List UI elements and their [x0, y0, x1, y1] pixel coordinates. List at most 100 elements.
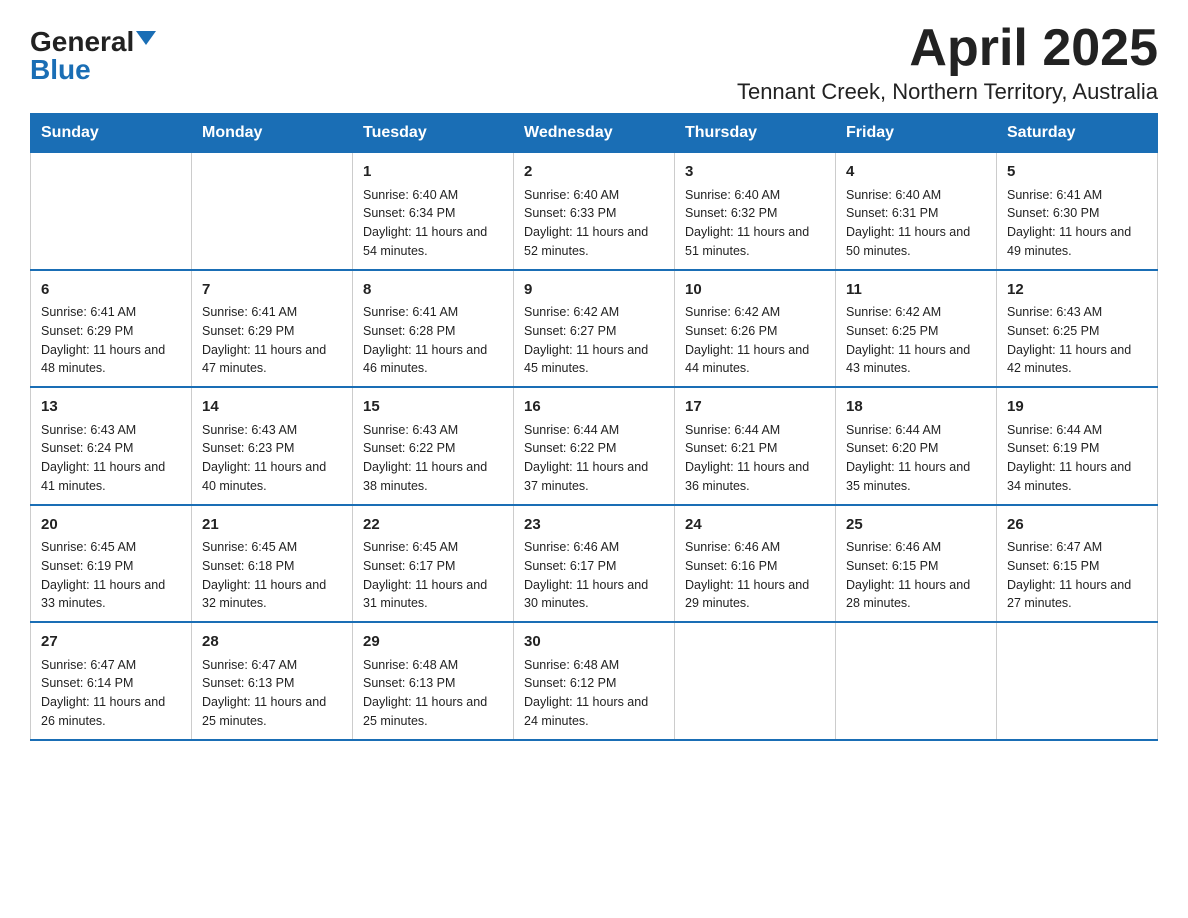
day-info: Sunrise: 6:42 AMSunset: 6:27 PMDaylight:… — [524, 303, 664, 378]
day-number: 15 — [363, 396, 503, 419]
day-number: 26 — [1007, 514, 1147, 537]
day-info: Sunrise: 6:44 AMSunset: 6:19 PMDaylight:… — [1007, 421, 1147, 496]
calendar-cell: 8Sunrise: 6:41 AMSunset: 6:28 PMDaylight… — [353, 270, 514, 388]
calendar-week-row: 6Sunrise: 6:41 AMSunset: 6:29 PMDaylight… — [31, 270, 1158, 388]
day-info: Sunrise: 6:41 AMSunset: 6:29 PMDaylight:… — [41, 303, 181, 378]
day-number: 23 — [524, 514, 664, 537]
calendar-cell: 7Sunrise: 6:41 AMSunset: 6:29 PMDaylight… — [192, 270, 353, 388]
day-info: Sunrise: 6:44 AMSunset: 6:21 PMDaylight:… — [685, 421, 825, 496]
day-info: Sunrise: 6:43 AMSunset: 6:24 PMDaylight:… — [41, 421, 181, 496]
day-info: Sunrise: 6:42 AMSunset: 6:25 PMDaylight:… — [846, 303, 986, 378]
calendar-cell: 2Sunrise: 6:40 AMSunset: 6:33 PMDaylight… — [514, 153, 675, 270]
day-number: 2 — [524, 161, 664, 184]
day-number: 1 — [363, 161, 503, 184]
day-number: 6 — [41, 279, 181, 302]
calendar-cell: 29Sunrise: 6:48 AMSunset: 6:13 PMDayligh… — [353, 622, 514, 740]
calendar-cell: 6Sunrise: 6:41 AMSunset: 6:29 PMDaylight… — [31, 270, 192, 388]
day-info: Sunrise: 6:47 AMSunset: 6:13 PMDaylight:… — [202, 656, 342, 731]
day-number: 18 — [846, 396, 986, 419]
day-number: 21 — [202, 514, 342, 537]
logo: General Blue — [30, 28, 156, 84]
column-header-sunday: Sunday — [31, 114, 192, 153]
day-number: 25 — [846, 514, 986, 537]
day-number: 22 — [363, 514, 503, 537]
day-info: Sunrise: 6:46 AMSunset: 6:17 PMDaylight:… — [524, 538, 664, 613]
day-info: Sunrise: 6:42 AMSunset: 6:26 PMDaylight:… — [685, 303, 825, 378]
calendar-week-row: 13Sunrise: 6:43 AMSunset: 6:24 PMDayligh… — [31, 387, 1158, 505]
calendar-cell: 23Sunrise: 6:46 AMSunset: 6:17 PMDayligh… — [514, 505, 675, 623]
calendar-cell: 14Sunrise: 6:43 AMSunset: 6:23 PMDayligh… — [192, 387, 353, 505]
day-number: 5 — [1007, 161, 1147, 184]
column-header-friday: Friday — [836, 114, 997, 153]
day-number: 3 — [685, 161, 825, 184]
day-info: Sunrise: 6:40 AMSunset: 6:32 PMDaylight:… — [685, 186, 825, 261]
day-number: 27 — [41, 631, 181, 654]
day-info: Sunrise: 6:47 AMSunset: 6:15 PMDaylight:… — [1007, 538, 1147, 613]
calendar-cell: 17Sunrise: 6:44 AMSunset: 6:21 PMDayligh… — [675, 387, 836, 505]
calendar-cell: 25Sunrise: 6:46 AMSunset: 6:15 PMDayligh… — [836, 505, 997, 623]
column-header-monday: Monday — [192, 114, 353, 153]
calendar-cell: 1Sunrise: 6:40 AMSunset: 6:34 PMDaylight… — [353, 153, 514, 270]
day-number: 28 — [202, 631, 342, 654]
calendar-cell: 9Sunrise: 6:42 AMSunset: 6:27 PMDaylight… — [514, 270, 675, 388]
calendar-cell: 3Sunrise: 6:40 AMSunset: 6:32 PMDaylight… — [675, 153, 836, 270]
day-info: Sunrise: 6:44 AMSunset: 6:22 PMDaylight:… — [524, 421, 664, 496]
calendar-cell: 20Sunrise: 6:45 AMSunset: 6:19 PMDayligh… — [31, 505, 192, 623]
calendar-week-row: 1Sunrise: 6:40 AMSunset: 6:34 PMDaylight… — [31, 153, 1158, 270]
day-number: 17 — [685, 396, 825, 419]
calendar-cell: 26Sunrise: 6:47 AMSunset: 6:15 PMDayligh… — [997, 505, 1158, 623]
day-number: 20 — [41, 514, 181, 537]
day-number: 10 — [685, 279, 825, 302]
calendar-cell — [836, 622, 997, 740]
day-info: Sunrise: 6:45 AMSunset: 6:19 PMDaylight:… — [41, 538, 181, 613]
day-info: Sunrise: 6:41 AMSunset: 6:29 PMDaylight:… — [202, 303, 342, 378]
calendar-cell: 19Sunrise: 6:44 AMSunset: 6:19 PMDayligh… — [997, 387, 1158, 505]
calendar-cell: 11Sunrise: 6:42 AMSunset: 6:25 PMDayligh… — [836, 270, 997, 388]
day-info: Sunrise: 6:47 AMSunset: 6:14 PMDaylight:… — [41, 656, 181, 731]
day-number: 4 — [846, 161, 986, 184]
day-number: 12 — [1007, 279, 1147, 302]
calendar-cell: 12Sunrise: 6:43 AMSunset: 6:25 PMDayligh… — [997, 270, 1158, 388]
column-header-thursday: Thursday — [675, 114, 836, 153]
location-title: Tennant Creek, Northern Territory, Austr… — [737, 79, 1158, 105]
day-info: Sunrise: 6:41 AMSunset: 6:30 PMDaylight:… — [1007, 186, 1147, 261]
logo-blue: Blue — [30, 56, 91, 84]
calendar-cell: 15Sunrise: 6:43 AMSunset: 6:22 PMDayligh… — [353, 387, 514, 505]
month-title: April 2025 — [737, 20, 1158, 77]
logo-triangle-icon — [136, 31, 156, 45]
calendar-cell: 13Sunrise: 6:43 AMSunset: 6:24 PMDayligh… — [31, 387, 192, 505]
day-info: Sunrise: 6:45 AMSunset: 6:17 PMDaylight:… — [363, 538, 503, 613]
calendar-cell: 4Sunrise: 6:40 AMSunset: 6:31 PMDaylight… — [836, 153, 997, 270]
calendar-table: SundayMondayTuesdayWednesdayThursdayFrid… — [30, 113, 1158, 741]
day-number: 14 — [202, 396, 342, 419]
day-number: 11 — [846, 279, 986, 302]
calendar-cell: 27Sunrise: 6:47 AMSunset: 6:14 PMDayligh… — [31, 622, 192, 740]
column-header-wednesday: Wednesday — [514, 114, 675, 153]
day-number: 7 — [202, 279, 342, 302]
day-number: 9 — [524, 279, 664, 302]
day-info: Sunrise: 6:46 AMSunset: 6:15 PMDaylight:… — [846, 538, 986, 613]
calendar-cell — [675, 622, 836, 740]
day-info: Sunrise: 6:40 AMSunset: 6:34 PMDaylight:… — [363, 186, 503, 261]
day-info: Sunrise: 6:43 AMSunset: 6:23 PMDaylight:… — [202, 421, 342, 496]
calendar-cell: 22Sunrise: 6:45 AMSunset: 6:17 PMDayligh… — [353, 505, 514, 623]
day-info: Sunrise: 6:46 AMSunset: 6:16 PMDaylight:… — [685, 538, 825, 613]
calendar-cell: 18Sunrise: 6:44 AMSunset: 6:20 PMDayligh… — [836, 387, 997, 505]
day-number: 19 — [1007, 396, 1147, 419]
calendar-cell — [192, 153, 353, 270]
calendar-cell: 24Sunrise: 6:46 AMSunset: 6:16 PMDayligh… — [675, 505, 836, 623]
calendar-cell: 28Sunrise: 6:47 AMSunset: 6:13 PMDayligh… — [192, 622, 353, 740]
day-info: Sunrise: 6:43 AMSunset: 6:22 PMDaylight:… — [363, 421, 503, 496]
calendar-cell: 30Sunrise: 6:48 AMSunset: 6:12 PMDayligh… — [514, 622, 675, 740]
column-header-tuesday: Tuesday — [353, 114, 514, 153]
day-number: 29 — [363, 631, 503, 654]
calendar-week-row: 27Sunrise: 6:47 AMSunset: 6:14 PMDayligh… — [31, 622, 1158, 740]
day-info: Sunrise: 6:45 AMSunset: 6:18 PMDaylight:… — [202, 538, 342, 613]
logo-general: General — [30, 28, 134, 56]
day-info: Sunrise: 6:43 AMSunset: 6:25 PMDaylight:… — [1007, 303, 1147, 378]
column-header-saturday: Saturday — [997, 114, 1158, 153]
day-number: 30 — [524, 631, 664, 654]
day-number: 8 — [363, 279, 503, 302]
calendar-cell: 21Sunrise: 6:45 AMSunset: 6:18 PMDayligh… — [192, 505, 353, 623]
day-info: Sunrise: 6:41 AMSunset: 6:28 PMDaylight:… — [363, 303, 503, 378]
